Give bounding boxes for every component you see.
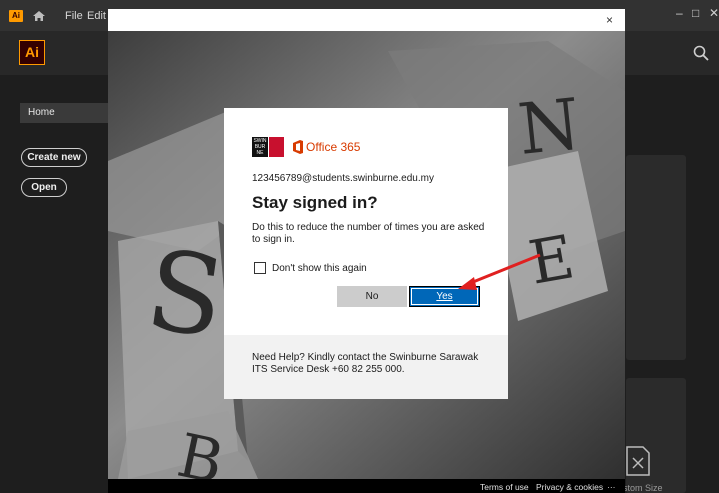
help-text: Need Help? Kindly contact the Swinburne … [252,352,479,375]
new-file-icon [626,446,650,476]
preset-card[interactable] [626,155,686,360]
account-email: 123456789@students.swinburne.edu.my [252,173,434,184]
illustrator-app-icon: Ai [9,10,23,22]
custom-size-label: stom Size [623,483,663,493]
more-options-button[interactable]: ··· [607,482,616,492]
yes-button[interactable]: Yes [409,286,480,307]
svg-text:N: N [515,83,584,171]
swinburne-logo: SWIN BUR NE [252,137,268,157]
close-window-button[interactable]: ✕ [709,6,719,20]
sidebar [0,75,108,493]
no-button[interactable]: No [337,286,407,307]
office-365-icon [293,140,303,154]
menu-edit[interactable]: Edit [87,9,106,23]
home-icon[interactable] [32,10,46,22]
swinburne-red-block [269,137,284,157]
dont-show-again-checkbox[interactable] [254,262,266,274]
dont-show-again-label[interactable]: Don't show this again [272,263,367,275]
office-365-label: Office 365 [306,140,361,154]
minimize-button[interactable]: – [676,6,683,20]
maximize-button[interactable]: □ [692,6,699,20]
privacy-link[interactable]: Privacy & cookies [536,482,603,492]
terms-link[interactable]: Terms of use [480,482,529,492]
illustrator-logo: Ai [19,40,45,65]
dialog-description: Do this to reduce the number of times yo… [252,222,485,245]
menu-file[interactable]: File [65,9,83,23]
dialog-title: Stay signed in? [252,193,378,212]
open-button[interactable]: Open [21,178,67,197]
signin-window-titlebar [108,9,625,31]
close-icon[interactable]: × [606,13,613,27]
search-icon[interactable] [693,45,709,61]
create-new-button[interactable]: Create new [21,148,87,167]
sidebar-item-home[interactable]: Home [20,103,108,123]
